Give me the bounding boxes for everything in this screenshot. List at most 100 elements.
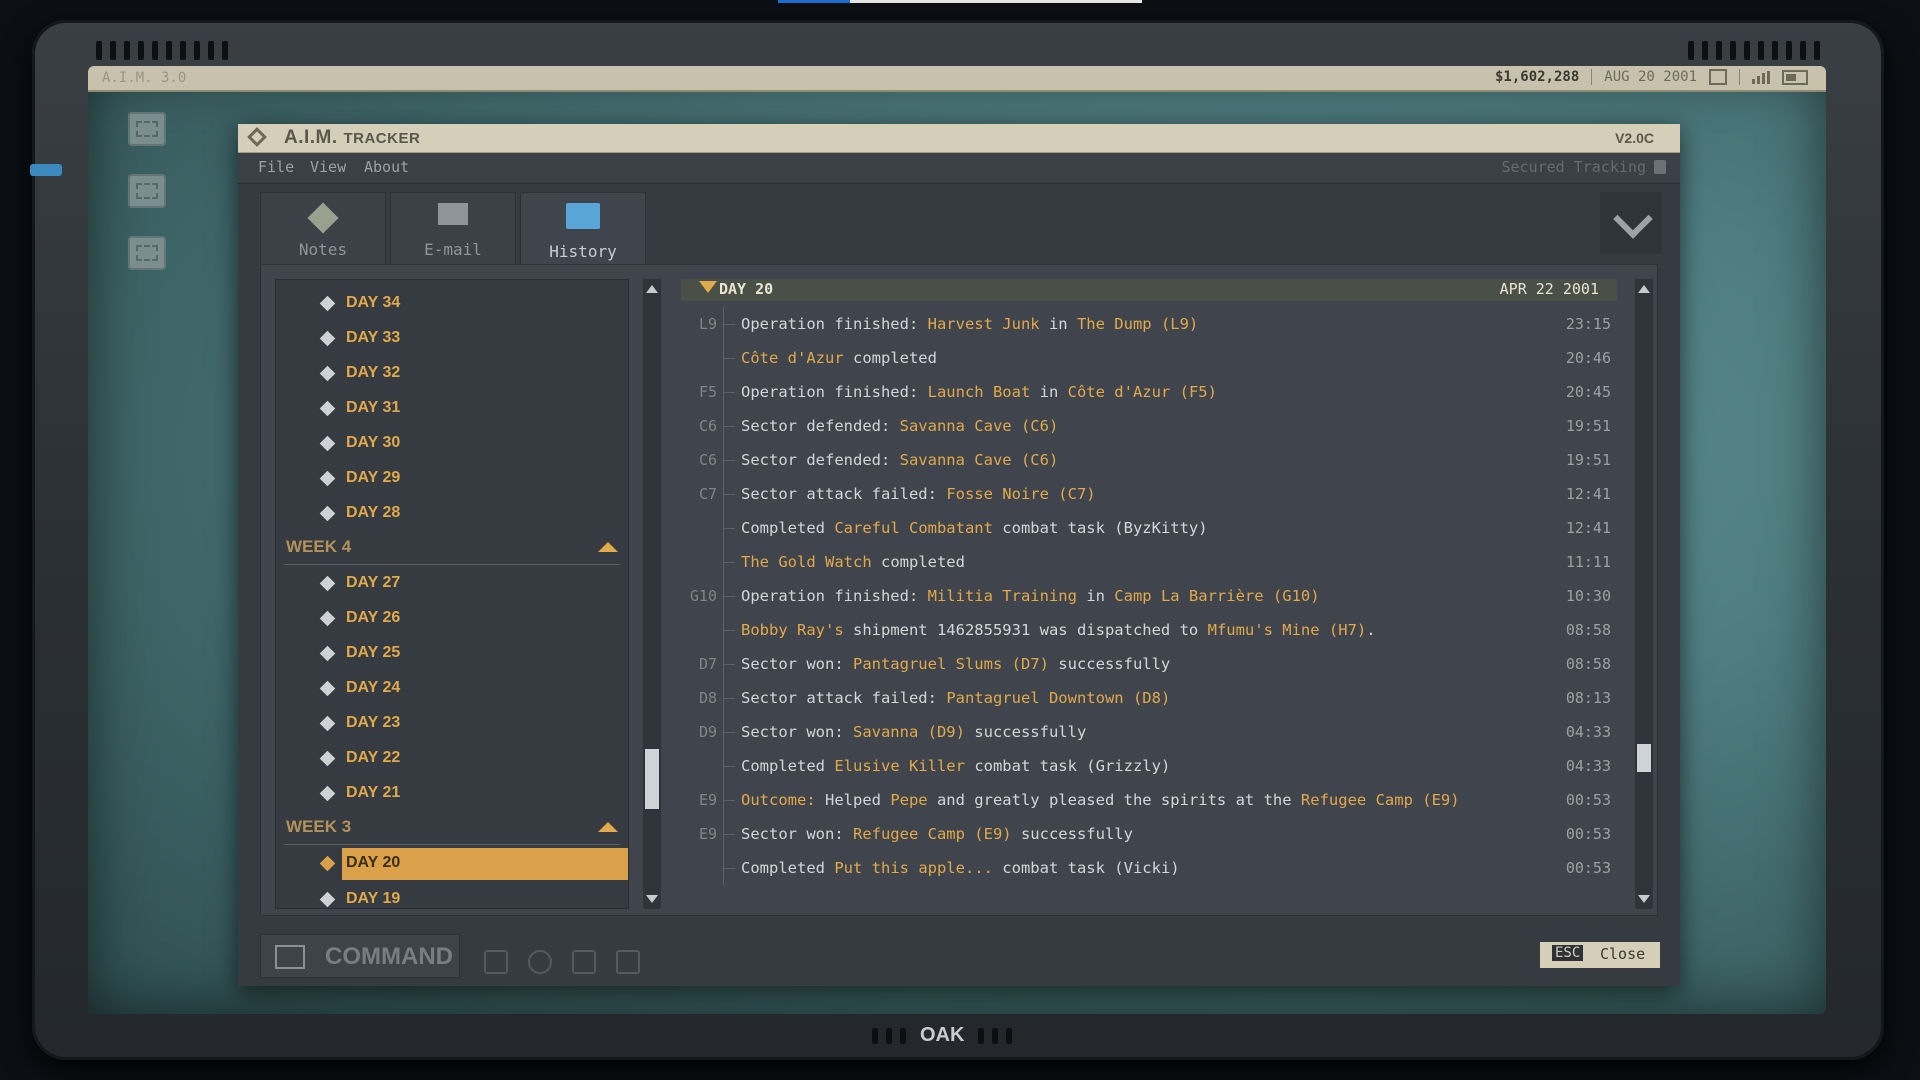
- search-icon[interactable]: [528, 950, 552, 974]
- day-item[interactable]: DAY 22: [276, 741, 628, 775]
- esc-key-label: ESC: [1552, 945, 1584, 961]
- day-item[interactable]: DAY 23: [276, 706, 628, 740]
- log-time: 20:46: [1565, 349, 1611, 367]
- log-time: 04:33: [1565, 723, 1611, 741]
- day-item[interactable]: DAY 34: [276, 286, 628, 320]
- day-item[interactable]: DAY 21: [276, 776, 628, 810]
- close-button[interactable]: ESC Close: [1540, 942, 1660, 968]
- day-item[interactable]: DAY 30: [276, 426, 628, 460]
- log-entry: E9 Sector won: Refugee Camp (E9) successf…: [681, 817, 1611, 851]
- day-item-selected[interactable]: DAY 20: [276, 846, 628, 880]
- day-item[interactable]: DAY 31: [276, 391, 628, 425]
- log-sector: E9: [698, 791, 717, 809]
- log-time: 08:13: [1565, 689, 1611, 707]
- collapse-arrow-icon[interactable]: [598, 542, 618, 552]
- calendar-desktop-icon[interactable]: [128, 236, 166, 270]
- log-day-title: DAY 20: [719, 280, 774, 298]
- day-item[interactable]: DAY 29: [276, 461, 628, 495]
- diamond-icon: [319, 505, 336, 522]
- help-icon[interactable]: [572, 950, 596, 974]
- os-top-bar: A.I.M. 3.0 $1,602,288 AUG 20 2001: [88, 66, 1826, 92]
- save-icon[interactable]: [484, 950, 508, 974]
- log-message: Operation finished: Harvest Junk in The …: [741, 315, 1199, 333]
- files-desktop-icon[interactable]: [128, 174, 166, 208]
- scroll-down-icon[interactable]: [646, 895, 658, 903]
- day-item[interactable]: DAY 25: [276, 636, 628, 670]
- folder-icon: [566, 203, 600, 229]
- log-scrollbar[interactable]: [1635, 279, 1653, 909]
- money-display: $1,602,288: [1494, 69, 1580, 85]
- diamond-icon: [319, 330, 336, 347]
- tab-label: E-mail: [424, 240, 482, 259]
- day-item[interactable]: DAY 27: [276, 566, 628, 600]
- history-log: DAY 20 APR 22 2001 L9 Operation finished:…: [681, 279, 1637, 907]
- menu-view[interactable]: View: [310, 158, 346, 176]
- menu-bar: File View About Secured Tracking: [238, 153, 1680, 184]
- menu-file[interactable]: File: [258, 158, 294, 176]
- day-item[interactable]: DAY 19: [276, 882, 628, 908]
- log-entry: C6 Sector defended: Savanna Cave (C6) 19:5…: [681, 409, 1611, 443]
- day-item[interactable]: DAY 24: [276, 671, 628, 705]
- scroll-up-icon[interactable]: [1638, 285, 1650, 293]
- day-item[interactable]: DAY 32: [276, 356, 628, 390]
- diamond-icon: [319, 680, 336, 697]
- side-indicator[interactable]: [30, 164, 62, 176]
- aim-tracker-window: A.I.M. TRACKER V2.0C File View About Sec…: [238, 124, 1680, 986]
- week-header[interactable]: WEEK 3: [284, 810, 620, 845]
- aim-logo-icon: [247, 127, 267, 147]
- diamond-icon: [319, 855, 336, 872]
- tab-notes[interactable]: Notes: [260, 192, 386, 266]
- tab-history[interactable]: History: [520, 192, 646, 268]
- log-entry: L9 Operation finished: Harvest Junk in Th…: [681, 307, 1611, 341]
- scroll-thumb[interactable]: [1637, 744, 1651, 772]
- log-entry: G10 Operation finished: Militia Training …: [681, 579, 1611, 613]
- day-item[interactable]: DAY 33: [276, 321, 628, 355]
- window-titlebar: A.I.M. TRACKER V2.0C: [238, 124, 1680, 153]
- log-entry: D7 Sector won: Pantagruel Slums (D7) succ…: [681, 647, 1611, 681]
- log-entry: Completed Careful Combatant combat task …: [681, 511, 1611, 545]
- day-list-scrollbar[interactable]: [643, 279, 661, 909]
- log-time: 08:58: [1565, 621, 1611, 639]
- log-entry: D8 Sector attack failed: Pantagruel Downt…: [681, 681, 1611, 715]
- collapse-chevron-icon[interactable]: [1600, 192, 1662, 254]
- log-time: 00:53: [1565, 791, 1611, 809]
- tab-strip: Notes E-mail History: [260, 192, 650, 268]
- log-sector: E9: [698, 825, 717, 843]
- bottom-bar: COMMAND ESC Close: [238, 924, 1680, 986]
- log-message: Completed Elusive Killer combat task (Gr…: [741, 757, 1171, 775]
- collapse-arrow-icon[interactable]: [598, 822, 618, 832]
- day-item[interactable]: DAY 28: [276, 496, 628, 530]
- calculator-desktop-icon[interactable]: [128, 112, 166, 146]
- menu-about[interactable]: About: [364, 158, 409, 176]
- diamond-icon: [319, 365, 336, 382]
- day-item[interactable]: DAY 26: [276, 601, 628, 635]
- day-marker-icon: [699, 281, 717, 293]
- log-sector: F5: [698, 383, 717, 401]
- diamond-icon: [319, 295, 336, 312]
- scroll-thumb[interactable]: [645, 749, 659, 809]
- log-entry: F5 Operation finished: Launch Boat in Côt…: [681, 375, 1611, 409]
- log-time: 00:53: [1565, 825, 1611, 843]
- log-sector: C6: [698, 417, 717, 435]
- log-message: Completed Put this apple... combat task …: [741, 859, 1180, 877]
- tab-email[interactable]: E-mail: [390, 192, 516, 266]
- scroll-down-icon[interactable]: [1638, 895, 1650, 903]
- trash-icon[interactable]: [616, 950, 640, 974]
- version-label: V2.0C: [1615, 130, 1654, 146]
- log-message: Bobby Ray's shipment 1462855931 was disp…: [741, 621, 1376, 639]
- log-entry: Bobby Ray's shipment 1462855931 was disp…: [681, 613, 1611, 647]
- week-header[interactable]: WEEK 4: [284, 530, 620, 565]
- log-message: Operation finished: Militia Training in …: [741, 587, 1320, 605]
- diamond-icon: [319, 575, 336, 592]
- log-time: 04:33: [1565, 757, 1611, 775]
- log-message: Sector defended: Savanna Cave (C6): [741, 417, 1059, 435]
- command-icon: [275, 945, 305, 969]
- log-time: 19:51: [1565, 451, 1611, 469]
- log-message: Sector won: Savanna (D9) successfully: [741, 723, 1087, 741]
- diamond-icon: [319, 610, 336, 627]
- scroll-up-icon[interactable]: [646, 285, 658, 293]
- calendar-icon[interactable]: [1709, 69, 1727, 85]
- command-button[interactable]: COMMAND: [260, 934, 460, 978]
- log-message: Sector won: Refugee Camp (E9) successful…: [741, 825, 1133, 843]
- log-entry: Completed Elusive Killer combat task (Gr…: [681, 749, 1611, 783]
